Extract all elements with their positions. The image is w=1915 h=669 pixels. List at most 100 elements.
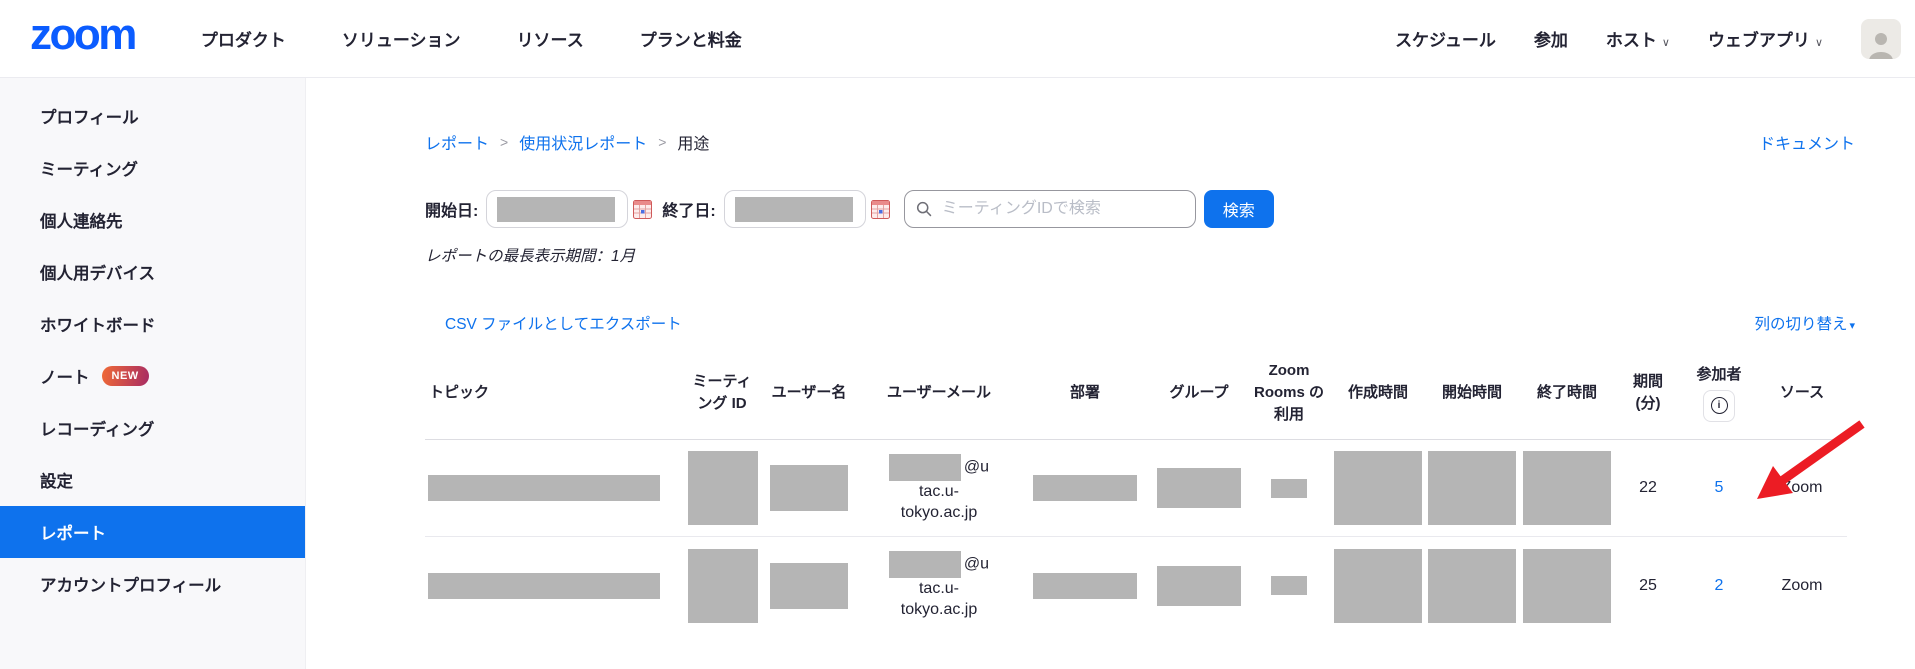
search-button[interactable]: 検索 [1204,190,1274,228]
redacted-zoom-rooms [1271,576,1307,595]
nav-join[interactable]: 参加 [1534,26,1568,51]
redacted-department [1033,573,1137,599]
breadcrumb-separator: > [500,134,508,150]
redacted-group [1157,566,1241,606]
calendar-icon[interactable] [633,200,652,219]
breadcrumb-current-page: 用途 [677,130,709,154]
breadcrumb-reports[interactable]: レポート [425,130,489,154]
sidebar-item-recordings[interactable]: レコーディング [0,402,305,454]
redacted-meeting-id [688,549,758,623]
source-value: Zoom [1757,537,1847,634]
new-badge: NEW [102,366,149,386]
col-source: ソース [1757,354,1847,440]
sidebar-item-devices[interactable]: 個人用デバイス [0,246,305,298]
sidebar-item-settings[interactable]: 設定 [0,454,305,506]
redacted-topic [428,573,660,599]
participants-count-link[interactable]: 5 [1715,479,1724,496]
nav-web-app[interactable]: ウェブアプリ∨ [1708,26,1823,51]
redacted-end-time [1523,549,1611,623]
main-content: レポート > 使用状況レポート > 用途 ドキュメント 開始日: 終了日: [306,78,1915,669]
duration-value: 22 [1615,440,1681,537]
end-date-input[interactable] [724,190,866,228]
sidebar-item-notes[interactable]: ノート NEW [0,350,305,402]
source-value: Zoom [1757,440,1847,537]
search-input[interactable] [940,199,1184,219]
sidebar-item-whiteboard[interactable]: ホワイトボード [0,298,305,350]
nav-products[interactable]: プロダクト [201,26,286,51]
meeting-id-search [904,190,1196,228]
chevron-down-icon: ∨ [1815,37,1823,49]
redacted-email-prefix [889,454,961,481]
col-user-email: ユーザーメール [859,354,1019,440]
redacted-end-time [1523,451,1611,525]
chevron-down-icon: ∨ [1662,37,1670,49]
redacted-user-name [770,465,848,511]
breadcrumb-separator: > [658,134,666,150]
search-icon [916,200,932,218]
nav-solutions[interactable]: ソリューション [342,26,461,51]
nav-resources[interactable]: リソース [517,26,584,51]
redacted-create-time [1334,549,1422,623]
col-topic: トピック [425,354,685,440]
redacted-end-date [735,197,853,222]
main-nav: プロダクト ソリューション リソース プランと料金 [201,26,742,51]
usage-report-table: トピック ミーティング ID ユーザー名 ユーザーメール 部署 グループ Zoo… [425,354,1847,634]
redacted-zoom-rooms [1271,479,1307,498]
sidebar-item-account-profile[interactable]: アカウントプロフィール [0,558,305,610]
nav-host[interactable]: ホスト∨ [1606,26,1670,51]
zoom-web-portal: zoom プロダクト ソリューション リソース プランと料金 スケジュール 参加… [0,0,1915,669]
toggle-columns-link[interactable]: 列の切り替え▾ [1754,312,1855,334]
sidebar-item-reports[interactable]: レポート [0,506,305,558]
top-nav: zoom プロダクト ソリューション リソース プランと料金 スケジュール 参加… [0,0,1915,78]
documentation-link[interactable]: ドキュメント [1759,130,1855,154]
user-email-cell: @u tac.u- tokyo.ac.jp [859,440,1019,537]
breadcrumb-usage-reports[interactable]: 使用状況レポート [519,130,647,154]
sidebar-item-meetings[interactable]: ミーティング [0,142,305,194]
col-participants: 参加者 i [1681,354,1757,440]
start-date-label: 開始日: [425,197,478,221]
col-zoom-rooms: Zoom Rooms の利用 [1247,354,1331,440]
user-avatar[interactable] [1861,19,1901,59]
sidebar-item-profile[interactable]: プロフィール [0,90,305,142]
nav-plans-pricing[interactable]: プランと料金 [640,26,742,51]
col-duration: 期間 (分) [1615,354,1681,440]
redacted-meeting-id [688,451,758,525]
sidebar-item-contacts[interactable]: 個人連絡先 [0,194,305,246]
col-group: グループ [1151,354,1247,440]
redacted-topic [428,475,660,501]
table-row: @u tac.u- tokyo.ac.jp 25 2 Zoom [425,537,1847,634]
col-department: 部署 [1019,354,1151,440]
user-email-cell: @u tac.u- tokyo.ac.jp [859,537,1019,634]
caret-down-icon: ▾ [1849,320,1855,332]
redacted-user-name [770,563,848,609]
end-date-label: 終了日: [662,197,715,221]
redacted-department [1033,475,1137,501]
participants-count-link[interactable]: 2 [1715,577,1724,594]
report-filters: 開始日: 終了日: [425,190,1855,228]
breadcrumb: レポート > 使用状況レポート > 用途 ドキュメント [425,130,1855,154]
col-user-name: ユーザー名 [759,354,859,440]
calendar-icon[interactable] [871,200,890,219]
table-header-row: トピック ミーティング ID ユーザー名 ユーザーメール 部署 グループ Zoo… [425,354,1847,440]
redacted-email-prefix [889,551,961,578]
person-icon [1866,29,1896,59]
export-csv-link[interactable]: CSV ファイルとしてエクスポート [445,312,682,334]
col-create-time: 作成時間 [1331,354,1425,440]
col-meeting-id: ミーティング ID [685,354,759,440]
start-date-input[interactable] [486,190,628,228]
sidebar: プロフィール ミーティング 個人連絡先 個人用デバイス ホワイトボード ノート … [0,78,306,669]
redacted-start-time [1428,549,1516,623]
redacted-start-time [1428,451,1516,525]
redacted-group [1157,468,1241,508]
duration-value: 25 [1615,537,1681,634]
nav-schedule[interactable]: スケジュール [1395,26,1496,51]
info-icon: i [1711,397,1728,414]
report-period-note: レポートの最長表示期間：1月 [425,244,1855,266]
participants-info-button[interactable]: i [1703,390,1735,422]
redacted-start-date [497,197,615,222]
redacted-create-time [1334,451,1422,525]
table-actions: CSV ファイルとしてエクスポート 列の切り替え▾ [425,312,1855,334]
account-nav: スケジュール 参加 ホスト∨ ウェブアプリ∨ [1395,19,1901,59]
table-row: @u tac.u- tokyo.ac.jp 22 5 Zoom [425,440,1847,537]
zoom-logo[interactable]: zoom [30,13,135,65]
